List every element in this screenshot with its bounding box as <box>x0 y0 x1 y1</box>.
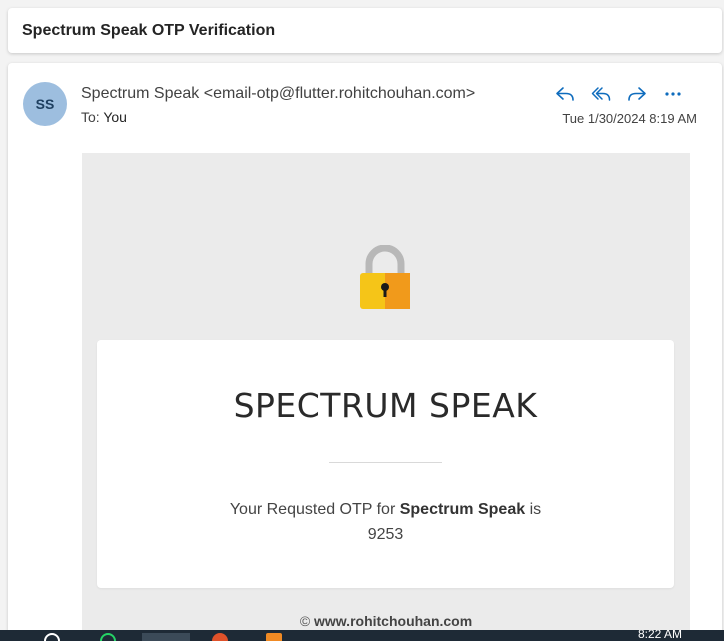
otp-message-brand: Spectrum Speak <box>399 501 526 518</box>
footer-copyright: © www.rohitchouhan.com <box>82 613 690 629</box>
message-actions <box>551 82 687 106</box>
reply-all-icon <box>591 87 611 101</box>
more-actions-button[interactable] <box>659 82 687 106</box>
sender-name[interactable]: Spectrum Speak <email-otp@flutter.rohitc… <box>81 85 475 103</box>
message-card: SS Spectrum Speak <email-otp@flutter.roh… <box>8 63 722 641</box>
taskbar: 8:22 AM <box>0 630 724 641</box>
divider <box>329 462 442 463</box>
otp-card: SPECTRUM SPEAK Your Requsted OTP for Spe… <box>97 340 674 588</box>
sent-date: Tue 1/30/2024 8:19 AM <box>562 111 697 126</box>
lock-icon <box>360 245 410 309</box>
otp-message-prefix: Your Requsted OTP for <box>229 501 396 518</box>
taskbar-clock[interactable]: 8:22 AM <box>638 630 682 641</box>
recipient-line: To: You <box>81 109 127 125</box>
reply-button[interactable] <box>551 82 579 106</box>
footer-site-link[interactable]: www.rohitchouhan.com <box>314 613 472 629</box>
whatsapp-taskbar-icon[interactable] <box>100 633 116 641</box>
browser-taskbar-icon[interactable] <box>212 633 228 641</box>
active-app-taskbar-icon[interactable] <box>142 633 190 641</box>
forward-button[interactable] <box>623 82 651 106</box>
otp-code: 9253 <box>367 526 404 543</box>
search-taskbar-icon[interactable] <box>44 633 60 641</box>
reply-all-button[interactable] <box>587 82 615 106</box>
email-body: SPECTRUM SPEAK Your Requsted OTP for Spe… <box>82 153 690 641</box>
email-subject: Spectrum Speak OTP Verification <box>22 21 276 39</box>
sender-avatar[interactable]: SS <box>23 82 67 126</box>
otp-message: Your Requsted OTP for Spectrum Speak is … <box>97 497 674 547</box>
forward-icon <box>628 87 646 101</box>
more-icon <box>665 92 681 96</box>
reply-icon <box>556 87 574 101</box>
folder-taskbar-icon[interactable] <box>266 633 282 641</box>
brand-heading: SPECTRUM SPEAK <box>233 386 538 425</box>
recipient-name[interactable]: You <box>103 109 127 125</box>
subject-bar: Spectrum Speak OTP Verification <box>8 8 722 53</box>
otp-message-suffix: is <box>529 501 542 518</box>
copyright-symbol: © <box>299 613 311 629</box>
to-label: To: <box>81 109 100 125</box>
